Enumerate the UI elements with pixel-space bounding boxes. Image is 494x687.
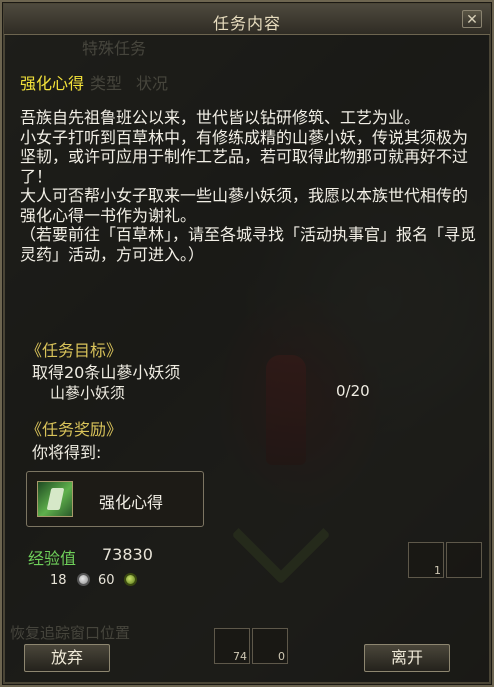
quest-name: 强化心得 <box>20 74 85 93</box>
reward-intro: 你将得到: <box>32 443 102 462</box>
tracker-restore-ghost: 恢复追踪窗口位置 <box>10 624 131 642</box>
tracker-col-type-ghost: 类型 <box>90 74 123 93</box>
tracker-col-status-ghost: 状况 <box>136 74 169 93</box>
objective-progress: 0/20 <box>336 382 370 400</box>
hotbar-slot[interactable] <box>446 542 482 578</box>
tracker-tab-ghost: 特殊任务 <box>82 39 147 58</box>
exp-value: 73830 <box>102 545 153 564</box>
objective-item: 山蔘小妖须 <box>50 384 126 402</box>
window-title: 任务内容 <box>212 14 281 33</box>
window-titlebar[interactable]: 任务内容 ✕ <box>4 4 490 35</box>
abandon-button[interactable]: 放弃 <box>24 644 110 672</box>
hotbar-slot[interactable]: 74 <box>214 628 250 664</box>
silver-amount: 18 <box>50 573 67 588</box>
slot-count: 1 <box>434 564 441 577</box>
copper-amount: 60 <box>98 573 115 588</box>
hotbar-slot[interactable]: 0 <box>252 628 288 664</box>
slot-count: 74 <box>233 650 247 663</box>
close-button[interactable]: ✕ <box>462 10 482 28</box>
exp-label: 经验值 <box>28 549 77 568</box>
copper-coin-icon <box>124 573 137 586</box>
silver-coin-icon <box>77 573 90 586</box>
slot-count: 0 <box>278 650 285 663</box>
hotbar-slot[interactable]: 1 <box>408 542 444 578</box>
objective-text: 取得20条山蔘小妖须 <box>32 363 181 382</box>
objective-header: 《任务目标》 <box>26 341 123 360</box>
reward-header: 《任务奖励》 <box>26 420 123 439</box>
book-icon <box>37 481 73 517</box>
quest-description: 吾族自先祖鲁班公以来，世代皆以钻研修筑、工艺为业。 小女子打听到百草林中，有修练… <box>20 108 477 264</box>
leave-button[interactable]: 离开 <box>364 644 450 672</box>
reward-item-label: 强化心得 <box>99 493 164 512</box>
reward-item-card[interactable]: 强化心得 <box>26 471 204 527</box>
quest-detail-window: 任务内容 ✕ 特殊任务 类型 状况 恢复追踪窗口位置 强化心得 吾族自先祖鲁班公… <box>0 0 494 687</box>
